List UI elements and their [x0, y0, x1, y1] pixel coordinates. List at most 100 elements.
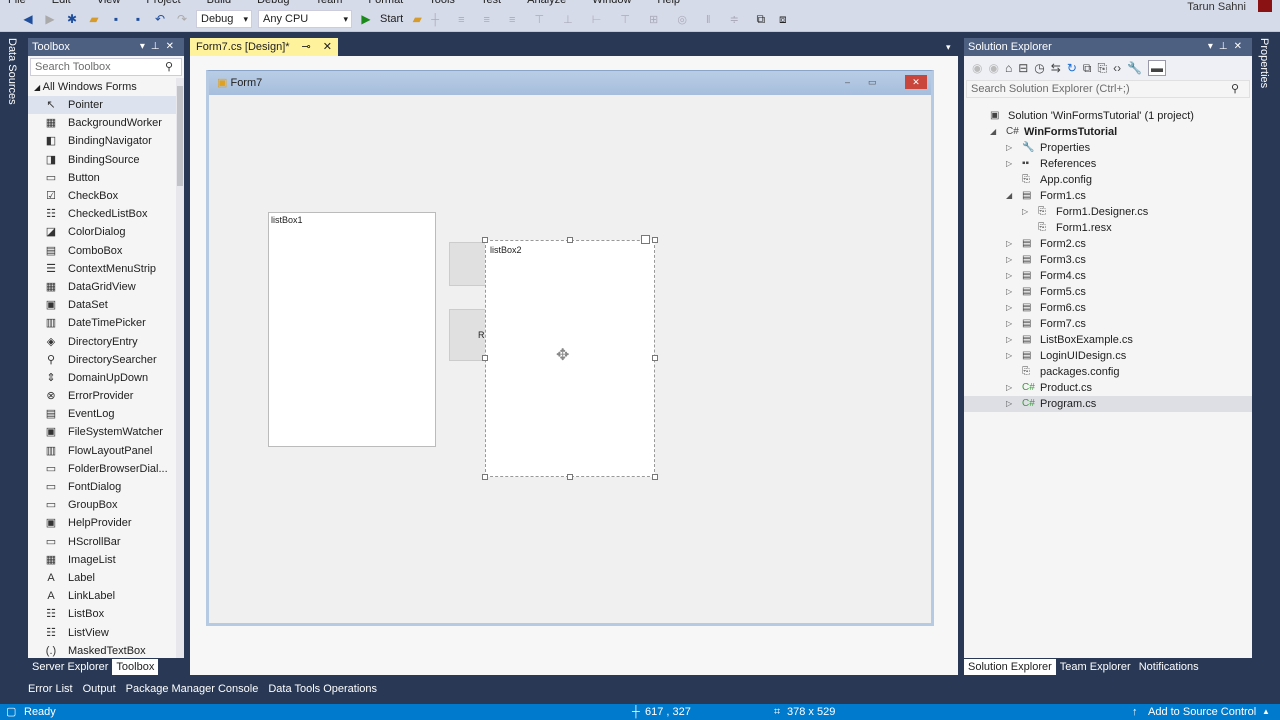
show-all-files-icon[interactable]: ⎘: [1097, 61, 1107, 76]
toolbox-item[interactable]: ⚲ DirectorySearcher: [28, 351, 184, 369]
toolbox-item[interactable]: ▣ DataSet: [28, 296, 184, 314]
toolbox-item[interactable]: ▭ GroupBox: [28, 496, 184, 514]
expand-icon[interactable]: ▷: [1006, 396, 1012, 412]
tree-item[interactable]: ▷ ⎘ Form1.Designer.cs: [964, 204, 1252, 220]
save-icon[interactable]: ▪: [108, 11, 124, 27]
toolbox-item[interactable]: ☑ CheckBox: [28, 187, 184, 205]
expand-icon[interactable]: ▷: [1006, 380, 1012, 396]
start-button[interactable]: Start: [380, 13, 403, 25]
tree-item[interactable]: ▷ ▤ ListBoxExample.cs: [964, 332, 1252, 348]
resize-handle[interactable]: [567, 474, 573, 480]
form7-window[interactable]: ▣ Form7 –▭ ✕ listBox1 R listBox2 ✥: [206, 70, 934, 626]
menu-project[interactable]: Project: [146, 0, 180, 7]
platform-select[interactable]: Any CPU: [258, 10, 352, 28]
preview-icon[interactable]: ▬: [1148, 60, 1167, 76]
save-all-icon[interactable]: ▪: [130, 11, 146, 27]
toolbox-item[interactable]: ◈ DirectoryEntry: [28, 332, 184, 350]
resize-handle[interactable]: [482, 474, 488, 480]
expand-icon[interactable]: ▷: [1006, 332, 1012, 348]
toolbox-item[interactable]: ▭ HScrollBar: [28, 533, 184, 551]
resize-handle[interactable]: [482, 237, 488, 243]
back-icon[interactable]: ◀: [20, 11, 36, 27]
redo-icon[interactable]: ↷: [174, 11, 190, 27]
tab-output[interactable]: Output: [79, 681, 120, 697]
menu-window[interactable]: Window: [592, 0, 631, 7]
listbox1[interactable]: listBox1: [268, 212, 436, 447]
expand-icon[interactable]: ▷: [1006, 316, 1012, 332]
chevron-up-icon[interactable]: ▲: [1262, 704, 1270, 720]
tab-error-list[interactable]: Error List: [24, 681, 77, 697]
tree-item[interactable]: ▷ ▤ LoginUIDesign.cs: [964, 348, 1252, 364]
back-icon[interactable]: ◉: [972, 61, 982, 75]
tab-server-explorer[interactable]: Server Explorer: [28, 659, 112, 675]
menu-debug[interactable]: Debug: [257, 0, 289, 7]
data-sources-tab[interactable]: Data Sources: [6, 38, 18, 105]
switch-views-icon[interactable]: ⊟: [1018, 61, 1028, 75]
menu-team[interactable]: Team: [316, 0, 343, 7]
bring-front-icon[interactable]: ⧉: [753, 11, 769, 27]
collapse-all-icon[interactable]: ⧉: [1083, 61, 1092, 76]
menu-tools[interactable]: Tools: [429, 0, 455, 7]
listbox2-selected[interactable]: listBox2 ✥: [482, 235, 658, 480]
expand-icon[interactable]: ▷: [1006, 268, 1012, 284]
expand-icon[interactable]: ▷: [1006, 236, 1012, 252]
tab-package-manager-console[interactable]: Package Manager Console: [122, 681, 263, 697]
resize-handle[interactable]: [652, 474, 658, 480]
search-icon[interactable]: ⚲: [1231, 81, 1239, 97]
toolbox-item[interactable]: ▦ ImageList: [28, 551, 184, 569]
tab-data-tools-operations[interactable]: Data Tools Operations: [264, 681, 381, 697]
toolbox-item[interactable]: A LinkLabel: [28, 587, 184, 605]
properties-icon[interactable]: 🔧: [1127, 61, 1142, 75]
configuration-select[interactable]: Debug: [196, 10, 252, 28]
open-icon[interactable]: ▰: [86, 11, 102, 27]
menu-test[interactable]: Test: [481, 0, 501, 7]
toolbox-item[interactable]: ▭ FolderBrowserDial...: [28, 460, 184, 478]
tree-item[interactable]: ▷ ▤ Form6.cs: [964, 300, 1252, 316]
expand-icon[interactable]: ▷: [1006, 284, 1012, 300]
user-avatar[interactable]: [1258, 0, 1272, 12]
toolbox-item[interactable]: ▣ HelpProvider: [28, 514, 184, 532]
toolbox-scrollbar[interactable]: [176, 78, 184, 658]
expand-icon[interactable]: ▷: [1006, 300, 1012, 316]
tree-item[interactable]: ▷ ▪▪ References: [964, 156, 1252, 172]
toolbox-group-header[interactable]: ◢ All Windows Forms: [28, 78, 184, 96]
find-icon[interactable]: ▰: [409, 11, 425, 27]
tree-item[interactable]: ⎘ App.config: [964, 172, 1252, 188]
toolbox-item[interactable]: ◧ BindingNavigator: [28, 132, 184, 150]
start-icon[interactable]: ▶: [358, 11, 374, 27]
toolbox-item[interactable]: ☷ CheckedListBox: [28, 205, 184, 223]
toolbox-item[interactable]: ▭ Button: [28, 169, 184, 187]
sync-icon[interactable]: ⇆: [1051, 61, 1061, 75]
menu-build[interactable]: Build: [207, 0, 231, 7]
solution-search-input[interactable]: Search Solution Explorer (Ctrl+;) ⚲: [966, 80, 1250, 98]
menu-edit[interactable]: Edit: [52, 0, 71, 7]
tree-item[interactable]: ◢ ▤ Form1.cs: [964, 188, 1252, 204]
tab-solution-explorer[interactable]: Solution Explorer: [964, 659, 1056, 675]
upload-icon[interactable]: ↑: [1132, 704, 1138, 720]
toolbox-item[interactable]: ▥ FlowLayoutPanel: [28, 442, 184, 460]
tree-item[interactable]: ▷ ▤ Form4.cs: [964, 268, 1252, 284]
toolbox-item[interactable]: ☷ ListBox: [28, 605, 184, 623]
expand-icon[interactable]: ▷: [1006, 140, 1012, 156]
properties-tab[interactable]: Properties: [1258, 38, 1270, 88]
home-icon[interactable]: ⌂: [1005, 61, 1012, 75]
tab-toolbox[interactable]: Toolbox: [112, 659, 159, 675]
smart-tag-icon[interactable]: [641, 235, 650, 244]
tree-item[interactable]: ⎘ Form1.resx: [964, 220, 1252, 236]
tab-overflow-icon[interactable]: ▾: [946, 42, 951, 53]
resize-handle[interactable]: [652, 237, 658, 243]
toolbox-item[interactable]: ⇕ DomainUpDown: [28, 369, 184, 387]
close-tab-icon[interactable]: ✕: [323, 38, 332, 56]
expand-icon[interactable]: ▷: [1006, 156, 1012, 172]
tree-item[interactable]: ◢ C# WinFormsTutorial: [964, 124, 1252, 140]
button1[interactable]: [449, 242, 489, 286]
button2[interactable]: R: [449, 309, 489, 361]
panel-buttons[interactable]: ▾⊥✕: [1208, 38, 1248, 56]
resize-handle[interactable]: [652, 355, 658, 361]
toolbox-item[interactable]: ◪ ColorDialog: [28, 223, 184, 241]
search-icon[interactable]: ⚲: [165, 59, 173, 75]
panel-buttons[interactable]: ▾⊥✕: [140, 38, 180, 56]
tree-item[interactable]: ▷ 🔧 Properties: [964, 140, 1252, 156]
resize-handle[interactable]: [567, 237, 573, 243]
menu-file[interactable]: File: [8, 0, 26, 7]
